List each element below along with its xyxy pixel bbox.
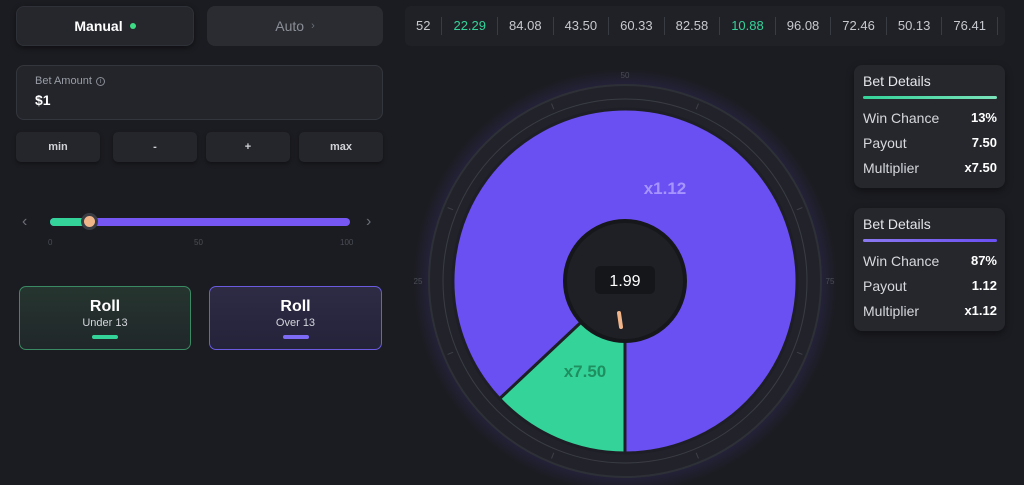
history-item: 96.08 bbox=[776, 17, 832, 35]
roll-over-indicator bbox=[282, 334, 309, 339]
result-history: 52 22.29 84.08 43.50 60.33 82.58 10.88 96.08 72.… bbox=[405, 6, 1005, 46]
min-button[interactable]: min bbox=[16, 132, 100, 162]
history-item: 52 bbox=[405, 17, 443, 35]
roll-under-indicator bbox=[92, 334, 118, 339]
details-row: Payout 7.50 bbox=[863, 130, 997, 155]
max-button[interactable]: max bbox=[299, 132, 383, 162]
details-row-label: Payout bbox=[863, 134, 907, 151]
slider-ticks: 0 50 100 bbox=[48, 238, 354, 248]
decrease-button[interactable]: - bbox=[113, 132, 197, 162]
details-row: Win Chance 13% bbox=[863, 105, 997, 130]
details-row-value: 1.12 bbox=[971, 278, 997, 293]
history-item: 84.08 bbox=[498, 17, 554, 35]
history-item: 43.50 bbox=[554, 17, 610, 35]
details-row-label: Payout bbox=[863, 277, 907, 294]
bet-details-over: Bet Details Win Chance 87% Payout 1.12 M… bbox=[854, 208, 1005, 331]
roll-under-subtitle: Under 13 bbox=[82, 316, 128, 329]
details-row-label: Win Chance bbox=[863, 252, 940, 269]
bet-amount-label: Bet Amount bbox=[35, 75, 92, 87]
dice-wheel: 50 25 75 x1.12 x7.50 1.99 bbox=[413, 69, 837, 485]
history-item: 50.13 bbox=[887, 17, 943, 35]
roll-over-subtitle: Over 13 bbox=[275, 316, 316, 329]
tab-auto-label: Auto bbox=[275, 18, 305, 34]
slice-under-label: x7.50 bbox=[564, 362, 607, 381]
details-row-value: x1.12 bbox=[964, 303, 997, 318]
history-item: 1.99 bbox=[998, 17, 1005, 35]
increase-button[interactable]: + bbox=[206, 132, 290, 162]
details-row-label: Win Chance bbox=[863, 109, 940, 126]
history-item: 72.46 bbox=[831, 17, 887, 35]
details-row: Multiplier x7.50 bbox=[863, 155, 997, 180]
history-item: 60.33 bbox=[609, 17, 665, 35]
history-item: 22.29 bbox=[442, 17, 499, 35]
details-title: Bet Details bbox=[863, 73, 931, 89]
bet-amount-value[interactable]: $1 bbox=[35, 92, 364, 108]
needle-icon bbox=[617, 311, 623, 329]
details-row: Multiplier x1.12 bbox=[863, 298, 997, 323]
details-accent-line bbox=[863, 96, 997, 99]
rim-label-left: 25 bbox=[414, 277, 423, 286]
details-row-value: 87% bbox=[970, 253, 997, 268]
tab-auto[interactable]: Auto › bbox=[207, 6, 383, 46]
history-item: 76.41 bbox=[942, 17, 998, 35]
details-title: Bet Details bbox=[863, 216, 931, 232]
chevron-right-icon[interactable]: › bbox=[366, 213, 371, 231]
info-icon[interactable]: i bbox=[95, 76, 105, 86]
details-row-value: 13% bbox=[970, 110, 997, 125]
result-value: 1.99 bbox=[609, 273, 640, 290]
details-row-label: Multiplier bbox=[863, 159, 920, 176]
details-accent-line bbox=[863, 239, 997, 242]
bet-amount-field[interactable]: Bet Amount i $1 bbox=[16, 65, 383, 120]
tab-manual-label: Manual bbox=[74, 18, 123, 34]
bet-details-under: Bet Details Win Chance 13% Payout 7.50 M… bbox=[854, 65, 1005, 188]
active-dot-icon bbox=[129, 23, 136, 29]
tick-label: 50 bbox=[194, 238, 203, 247]
rim-label-top: 50 bbox=[621, 71, 630, 80]
details-row-value: 7.50 bbox=[971, 135, 997, 150]
slice-over-label: x1.12 bbox=[644, 179, 687, 198]
tick-label: 0 bbox=[48, 238, 53, 247]
roll-over-button[interactable]: Roll Over 13 bbox=[209, 286, 382, 350]
slider-thumb[interactable] bbox=[81, 213, 98, 230]
roll-under-button[interactable]: Roll Under 13 bbox=[19, 286, 191, 350]
chevron-right-icon: › bbox=[311, 20, 315, 32]
history-item: 82.58 bbox=[665, 17, 721, 35]
details-row-value: x7.50 bbox=[964, 160, 997, 175]
details-row-label: Multiplier bbox=[863, 302, 920, 319]
chevron-left-icon[interactable]: ‹ bbox=[22, 213, 27, 231]
roll-over-title: Roll bbox=[280, 297, 311, 315]
history-item: 10.88 bbox=[720, 17, 776, 35]
details-row: Payout 1.12 bbox=[863, 273, 997, 298]
tick-label: 100 bbox=[340, 238, 354, 247]
tab-manual[interactable]: Manual bbox=[16, 6, 194, 46]
details-row: Win Chance 87% bbox=[863, 248, 997, 273]
target-slider[interactable]: ‹ 0 50 100 › bbox=[16, 200, 383, 250]
roll-under-title: Roll bbox=[89, 297, 121, 315]
rim-label-right: 75 bbox=[826, 277, 835, 286]
